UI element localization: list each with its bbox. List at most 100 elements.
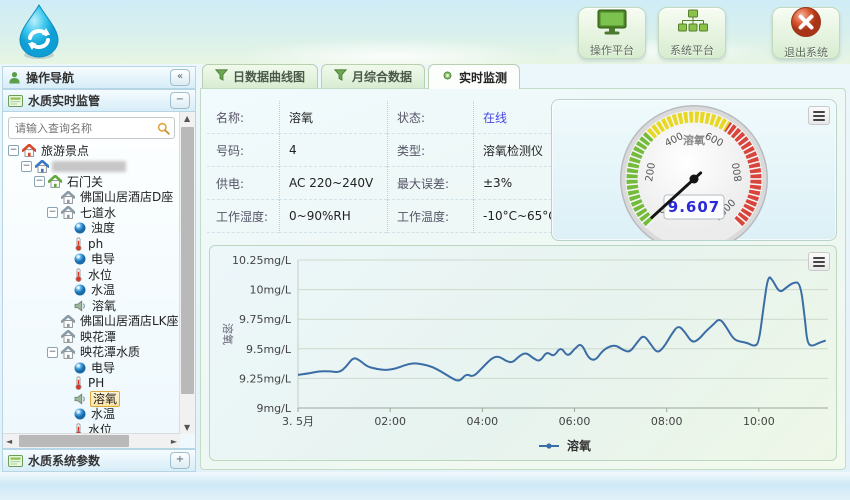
operation-platform-button[interactable]: 操作平台	[578, 7, 646, 59]
scroll-right-icon[interactable]: ►	[171, 437, 177, 446]
tree-expander-icon[interactable]: −	[34, 176, 45, 187]
panel-icon	[8, 455, 23, 467]
info-value: 4	[279, 134, 387, 167]
header-button-label: 退出系统	[784, 44, 828, 60]
tab-content: 名称:溶氧状态:在线号码:4类型:溶氧检测仪供电:AC 220~240V最大误差…	[200, 88, 846, 470]
info-label: 类型:	[387, 134, 473, 167]
system-platform-button[interactable]: 系统平台	[658, 7, 726, 59]
tree-item[interactable]: −七道水	[8, 205, 180, 221]
sidebar-panel-header[interactable]: 水质实时监管 −	[2, 89, 196, 112]
sensor-icon	[74, 284, 86, 296]
house-gray	[61, 330, 75, 343]
vertical-scroll-thumb[interactable]	[181, 127, 194, 394]
sidebar-params-header[interactable]: 水质系统参数 +	[2, 449, 196, 472]
tree-item[interactable]: 佛国山居酒店D座（四	[8, 190, 180, 206]
tree-item[interactable]: 映花潭	[8, 329, 180, 345]
house-green	[48, 175, 62, 188]
tab-2[interactable]: 实时监测	[428, 64, 520, 89]
sensor-icon	[74, 222, 86, 234]
header-button-label: 系统平台	[670, 42, 714, 58]
info-value: 在线	[473, 101, 557, 134]
tab-0[interactable]: 日数据曲线图	[202, 64, 318, 88]
exit-system-button[interactable]: 退出系统	[772, 7, 840, 59]
vertical-scrollbar[interactable]: ▲ ▼	[179, 112, 195, 434]
bottom-strip	[0, 472, 850, 500]
tree-item[interactable]: −映花潭水质	[8, 345, 180, 361]
svg-text:10mg/L: 10mg/L	[249, 284, 291, 297]
tree-item-label: 电导	[89, 361, 117, 375]
tree-expander-icon[interactable]: −	[21, 161, 32, 172]
tree-item[interactable]: 溶氧	[8, 391, 180, 407]
search-input[interactable]	[13, 121, 154, 136]
scroll-left-icon[interactable]: ◄	[6, 437, 12, 446]
search-box	[8, 117, 175, 139]
info-label: 名称:	[207, 101, 279, 134]
filter-icon	[215, 69, 228, 84]
svg-text:02:00: 02:00	[374, 415, 406, 428]
info-label: 工作湿度:	[207, 200, 279, 233]
tree-item-label: ph	[86, 237, 105, 251]
tab-bar: 日数据曲线图 月综合数据 实时监测	[200, 64, 846, 88]
chart-menu-icon[interactable]	[808, 252, 830, 271]
tree-item-label: 溶氧	[90, 299, 118, 313]
thermometer-icon	[74, 268, 83, 282]
tree-item[interactable]: PH	[8, 376, 180, 392]
tree-expander-icon[interactable]: −	[47, 207, 58, 218]
tree-item[interactable]: 电导	[8, 252, 180, 268]
tree-item[interactable]: 水温	[8, 283, 180, 299]
expand-params-button[interactable]: +	[170, 452, 190, 469]
tree-item-label: 石门关	[65, 175, 105, 189]
scroll-down-icon[interactable]: ▼	[184, 423, 190, 432]
svg-text:10:00: 10:00	[743, 415, 775, 428]
tree-item-label: 映花潭	[78, 330, 118, 344]
info-label: 状态:	[387, 101, 473, 134]
device-info-grid: 名称:溶氧状态:在线号码:4类型:溶氧检测仪供电:AC 220~240V最大误差…	[207, 101, 551, 233]
tree-item[interactable]: 电导	[8, 360, 180, 376]
tab-1[interactable]: 月综合数据	[321, 64, 425, 88]
house-gray	[61, 315, 75, 328]
params-header-label: 水质系统参数	[28, 452, 100, 469]
minimize-panel-button[interactable]: −	[170, 92, 190, 109]
app-header: 操作平台 系统平台 退出系统	[0, 0, 850, 64]
info-value: -10°C~65°C	[473, 200, 557, 233]
horizontal-scrollbar[interactable]: ◄ ►	[3, 433, 180, 448]
tree-item[interactable]: 佛国山居酒店LK座（展	[8, 314, 180, 330]
close-icon	[790, 6, 822, 42]
tree-item-label: 水位	[86, 268, 114, 282]
tree-item[interactable]: 水温	[8, 407, 180, 423]
info-value: ±3%	[473, 167, 557, 200]
sensor-icon	[74, 253, 86, 265]
thermometer-icon	[74, 376, 83, 390]
tree-item-label: 佛国山居酒店D座（四	[78, 190, 180, 204]
tree-item-label: 佛国山居酒店LK座（展	[78, 314, 180, 328]
tree-item[interactable]: 浊度	[8, 221, 180, 237]
tree-item[interactable]: 溶氧	[8, 298, 180, 314]
tree-item-label: 电导	[89, 252, 117, 266]
dissolved-oxygen-chart: 9mg/L9.25mg/L9.5mg/L9.75mg/L10mg/L10.25m…	[212, 248, 837, 461]
tree-item[interactable]: 水位	[8, 267, 180, 283]
tree-item-label: PH	[86, 376, 106, 390]
svg-text:9.607: 9.607	[668, 198, 720, 216]
tree-item[interactable]: − 石门关	[8, 174, 180, 190]
house-red	[22, 144, 36, 157]
scroll-up-icon[interactable]: ▲	[184, 114, 190, 123]
horizontal-scroll-thumb[interactable]	[19, 435, 129, 447]
dissolved-oxygen-gauge: 02004006008001000溶氧9.607	[619, 104, 769, 241]
sidebar: 操作导航 « 水质实时监管 − −旅游景点 − −石门关 佛国山居酒店D座（四 …	[2, 66, 196, 472]
svg-text:10.25mg/L: 10.25mg/L	[232, 254, 292, 267]
main-area: 日数据曲线图 月综合数据 实时监测 名称:溶氧状态:在线号码:4类型:溶氧检测仪…	[200, 64, 846, 470]
tree-item-label: 旅游景点	[39, 144, 91, 158]
tree-expander-icon[interactable]: −	[47, 347, 58, 358]
tree-item[interactable]: ph	[8, 236, 180, 252]
tree-item[interactable]: − 旅游景点	[8, 143, 180, 159]
tree-expander-icon[interactable]: −	[8, 145, 19, 156]
gauge-panel: 02004006008001000溶氧9.607	[551, 99, 837, 241]
sidebar-nav-header[interactable]: 操作导航 «	[2, 66, 196, 89]
collapse-sidebar-button[interactable]: «	[170, 69, 190, 86]
search-icon	[157, 122, 170, 135]
svg-text:08:00: 08:00	[651, 415, 683, 428]
header-buttons: 操作平台 系统平台 退出系统	[578, 7, 840, 59]
gauge-menu-icon[interactable]	[808, 106, 830, 125]
info-label: 号码:	[207, 134, 279, 167]
tree-item[interactable]: −	[8, 159, 180, 175]
